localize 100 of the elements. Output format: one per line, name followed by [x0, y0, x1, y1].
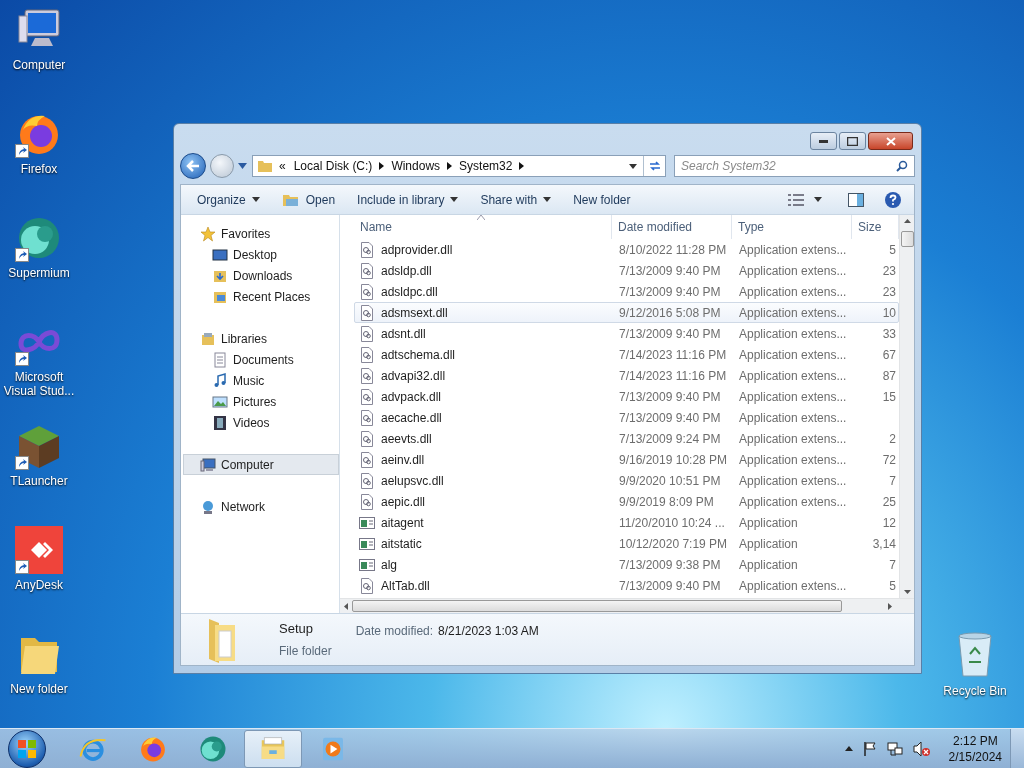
file-row[interactable]: aitstatic 10/12/2020 7:19 PM Application 3,14 — [354, 533, 899, 554]
type-cell-text: Application — [738, 535, 799, 553]
library-icon — [200, 330, 216, 347]
back-arrow-icon — [186, 160, 200, 172]
desktop-icon-label[interactable]: TLauncher — [10, 474, 68, 488]
nav-item[interactable]: Pictures — [183, 391, 339, 412]
address-bar[interactable]: « Local Disk (C:) Windows System32 — [252, 155, 666, 177]
nav-item[interactable]: Recent Places — [183, 286, 339, 307]
folder-icon — [257, 158, 273, 174]
network-icon[interactable] — [886, 740, 903, 757]
file-row[interactable]: aitagent 11/20/2010 10:24 ... Application 12 — [354, 512, 899, 533]
file-row[interactable]: AltTab.dll 7/13/2009 9:40 PM Application extens... 5 — [354, 575, 899, 596]
breadcrumb[interactable]: System32 — [457, 157, 515, 175]
nav-item[interactable]: Downloads — [183, 265, 339, 286]
date-cell-text: 7/13/2009 9:40 PM — [618, 262, 722, 280]
vertical-scrollbar[interactable] — [899, 215, 914, 598]
date-modified-label: Date modified: — [355, 623, 434, 640]
file-row[interactable]: aecache.dll 7/13/2009 9:40 PM Application extens... — [354, 407, 899, 428]
toolbar-button[interactable]: Include in library — [349, 187, 467, 212]
toolbar-button[interactable]: Open — [273, 187, 344, 212]
maximize-button[interactable] — [839, 132, 866, 150]
desktop-icon-label[interactable]: Computer — [12, 58, 66, 72]
nav-item[interactable]: Libraries — [183, 328, 339, 349]
type-cell-text: Application extens... — [738, 430, 848, 448]
scroll-up-icon — [903, 219, 911, 223]
size-cell-text: 7 — [888, 556, 897, 574]
network-globe-icon — [200, 498, 216, 515]
column-header[interactable]: Name — [340, 215, 612, 239]
breadcrumb[interactable]: Windows — [389, 157, 443, 175]
file-name: adsmsext.dll — [381, 304, 448, 322]
nav-item[interactable]: Music — [183, 370, 339, 391]
column-header[interactable]: Type — [732, 215, 852, 239]
nav-item[interactable]: Desktop — [183, 244, 339, 265]
file-name: aitagent — [381, 514, 424, 532]
size-cell-text: 7 — [888, 472, 897, 490]
horizontal-scrollbar[interactable] — [340, 598, 914, 613]
close-button[interactable] — [868, 132, 913, 150]
file-row[interactable]: adprovider.dll 8/10/2022 11:28 PM Application extens... 5 — [354, 239, 899, 260]
file-row[interactable]: adsldpc.dll 7/13/2009 9:40 PM Application extens... 23 — [354, 281, 899, 302]
toolbar-button[interactable]: Share with — [472, 187, 560, 212]
file-name: adsldp.dll — [381, 262, 432, 280]
file-name: advpack.dll — [381, 388, 442, 406]
minimize-button[interactable] — [810, 132, 837, 150]
speaker-muted-icon[interactable] — [912, 740, 931, 757]
flag-icon[interactable] — [862, 740, 877, 757]
column-header[interactable]: Date modified — [612, 215, 732, 239]
nav-item[interactable]: Computer — [183, 454, 339, 475]
desktop-icon-label[interactable]: Firefox — [20, 162, 58, 176]
recent-pages-button[interactable] — [238, 161, 248, 171]
computer-icon — [200, 456, 216, 473]
date-cell-text: 9/12/2016 5:08 PM — [618, 304, 722, 322]
nav-item[interactable]: Favorites — [183, 223, 339, 244]
overflow-chevron[interactable]: « — [279, 157, 286, 175]
desktop-icon-label[interactable]: New folder — [10, 682, 68, 696]
file-row[interactable]: adsldp.dll 7/13/2009 9:40 PM Application extens... 23 — [354, 260, 899, 281]
desktop-icon-label[interactable]: Microsoft Visual Stud... — [0, 370, 78, 398]
film-icon — [212, 414, 228, 431]
type-cell-text: Application extens... — [738, 367, 848, 385]
scroll-left-icon — [344, 602, 348, 610]
scroll-thumb[interactable] — [352, 600, 842, 612]
toolbar-button[interactable]: Organize — [189, 187, 268, 212]
file-row[interactable]: adtschema.dll 7/14/2023 11:16 PM Application extens... 67 — [354, 344, 899, 365]
file-row[interactable]: adsmsext.dll 9/12/2016 5:08 PM Application extens... 10 — [354, 302, 899, 323]
caret-icon — [629, 163, 637, 169]
file-row[interactable]: advpack.dll 7/13/2009 9:40 PM Application extens... 15 — [354, 386, 899, 407]
music-note-icon — [212, 372, 228, 389]
nav-item[interactable]: Network — [183, 496, 339, 517]
desktop-icon-label[interactable]: Supermium — [8, 266, 70, 280]
search-field[interactable]: Search System32 — [674, 155, 915, 177]
file-row[interactable]: alg 7/13/2009 9:38 PM Application 7 — [354, 554, 899, 575]
show-hidden-icons-icon[interactable] — [844, 746, 853, 751]
start-button[interactable] — [8, 729, 46, 768]
breadcrumb[interactable]: Local Disk (C:) — [291, 157, 375, 175]
file-name: aepic.dll — [381, 493, 426, 511]
size-cell-text: 23 — [881, 262, 897, 280]
clock-time[interactable]: 2:12 PM — [952, 732, 998, 749]
dll-file-icon — [359, 367, 375, 384]
file-name: aitstatic — [381, 535, 422, 553]
taskbar-app-button[interactable] — [244, 729, 302, 768]
nav-item[interactable]: Documents — [183, 349, 339, 370]
search-input[interactable]: Search System32 — [681, 157, 896, 175]
date-cell-text: 7/14/2023 11:16 PM — [618, 346, 728, 364]
toolbar-button[interactable]: New folder — [565, 187, 639, 212]
scroll-thumb[interactable] — [900, 231, 914, 247]
clock-date[interactable]: 2/15/2024 — [948, 748, 1002, 765]
file-row[interactable]: aelupsvc.dll 9/9/2020 10:51 PM Application extens... 7 — [354, 470, 899, 491]
caret-icon — [543, 197, 552, 202]
type-cell-text: Application extens... — [738, 472, 848, 490]
file-row[interactable]: aepic.dll 9/9/2019 8:09 PM Application extens... 25 — [354, 491, 899, 512]
type-cell-text: Application extens... — [738, 241, 848, 259]
dll-file-icon — [359, 283, 375, 300]
back-button[interactable] — [180, 153, 206, 179]
file-row[interactable]: advapi32.dll 7/14/2023 11:16 PM Application extens... 87 — [354, 365, 899, 386]
desktop-icon-label[interactable]: AnyDesk — [15, 578, 63, 592]
file-row[interactable]: adsnt.dll 7/13/2009 9:40 PM Application extens... 33 — [354, 323, 899, 344]
file-row[interactable]: aeevts.dll 7/13/2009 9:24 PM Application extens... 2 — [354, 428, 899, 449]
size-cell-text: 23 — [881, 283, 897, 301]
nav-item[interactable]: Videos — [183, 412, 339, 433]
date-cell-text: 10/12/2020 7:19 PM — [618, 535, 729, 553]
file-row[interactable]: aeinv.dll 9/16/2019 10:28 PM Application extens... 72 — [354, 449, 899, 470]
